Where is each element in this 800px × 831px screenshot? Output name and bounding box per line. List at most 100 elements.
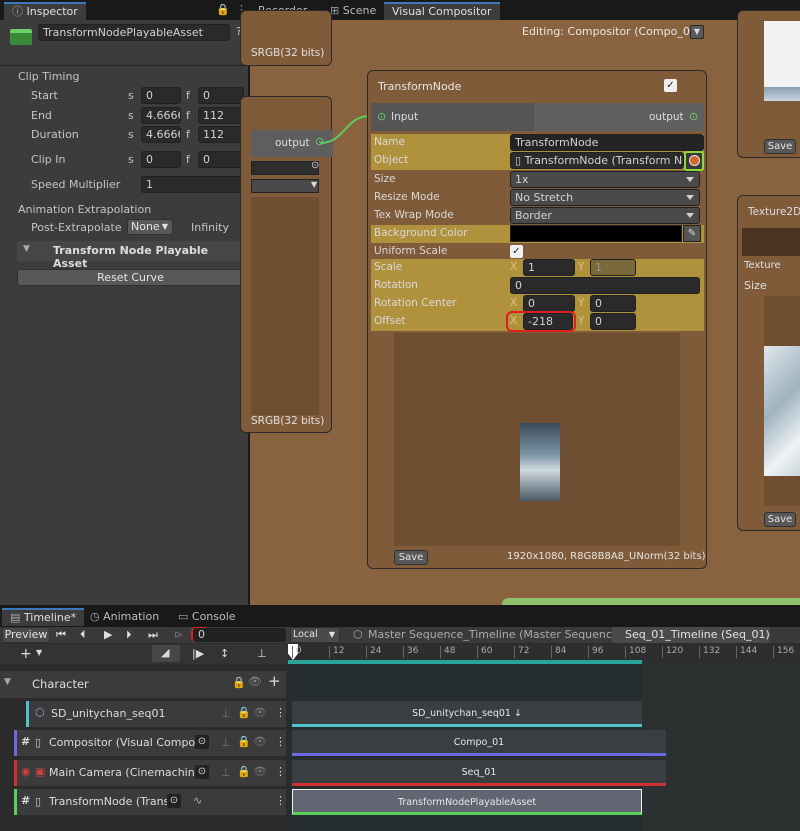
start-s-field[interactable]: 0 bbox=[141, 87, 181, 104]
duration-f-field[interactable]: 112 bbox=[198, 126, 244, 143]
texwrap-dropdown[interactable]: Border bbox=[510, 207, 700, 224]
track-sd-unitychan[interactable]: ⬡ SD_unitychan_seq01 ⊥ 🔒 👁 ⋮ bbox=[26, 701, 286, 727]
node-enabled-checkbox[interactable]: ✓ bbox=[664, 79, 677, 92]
start-label: Start bbox=[31, 89, 58, 102]
bgcolor-swatch[interactable] bbox=[510, 225, 682, 242]
target-icon[interactable]: ⊙ bbox=[195, 735, 209, 749]
right-save-button[interactable]: Save bbox=[764, 512, 796, 527]
lock-icon[interactable]: 🔒 bbox=[216, 3, 230, 16]
offset-x-field[interactable]: -218 bbox=[523, 313, 573, 330]
rotcenter-x-field[interactable]: 0 bbox=[523, 295, 575, 312]
section-header[interactable]: ▼ Transform Node Playable Asset bbox=[17, 241, 244, 270]
size-dropdown[interactable]: 1x bbox=[510, 171, 700, 188]
more-menu-icon[interactable]: ⋮ bbox=[275, 765, 286, 778]
track-main-camera[interactable]: ◉ ▣ Main Camera (Cinemachine ⊙ ⊥ 🔒 👁 ⋮ bbox=[14, 760, 286, 786]
name-field[interactable]: TransformNode bbox=[510, 134, 704, 151]
object-picker-button[interactable] bbox=[684, 151, 704, 171]
input-port-icon[interactable]: ⊙ bbox=[377, 110, 386, 123]
pin-icon[interactable]: ⊥ bbox=[221, 707, 231, 720]
local-dropdown[interactable]: Local ▼ bbox=[290, 627, 340, 643]
object-field[interactable]: ▯ TransformNode (Transform Node bbox=[510, 152, 684, 169]
clip-edit-icon[interactable]: ↕ bbox=[220, 647, 229, 660]
tab-console[interactable]: ▭ Console bbox=[170, 608, 244, 626]
target-icon[interactable]: ⊙ bbox=[195, 765, 209, 779]
lock-icon[interactable]: 🔒 bbox=[232, 676, 246, 689]
clip-in-f-field[interactable]: 0 bbox=[198, 151, 244, 168]
offset-y-field[interactable]: 0 bbox=[590, 313, 636, 330]
more-menu-icon[interactable]: ⋮ bbox=[275, 706, 286, 719]
visibility-icon[interactable]: 👁 bbox=[253, 735, 267, 748]
visibility-icon[interactable]: 👁 bbox=[248, 675, 262, 688]
pin-icon[interactable]: ⊥ bbox=[221, 766, 231, 779]
pin-icon[interactable]: ⊥ bbox=[257, 647, 267, 660]
right-top-node[interactable]: Save bbox=[737, 10, 800, 158]
clip-compo[interactable]: Compo_01 bbox=[292, 730, 666, 756]
end-f-field[interactable]: 112 bbox=[198, 107, 244, 124]
timeline-asset-icon: ⬡ bbox=[353, 628, 363, 641]
more-menu-icon[interactable]: ⋮ bbox=[275, 794, 286, 807]
lock-icon[interactable]: 🔒 bbox=[237, 765, 251, 778]
left-top-node[interactable]: SRGB(32 bits) bbox=[240, 10, 332, 66]
add-icon[interactable]: + bbox=[268, 672, 281, 690]
frame-field[interactable]: 0 bbox=[193, 628, 286, 642]
right-node[interactable]: Texture2D Texture Size Save bbox=[737, 195, 800, 531]
track-compositor[interactable]: # ▯ Compositor (Visual Composi ⊙ ⊥ 🔒 👁 ⋮ bbox=[14, 730, 286, 756]
target-icon[interactable]: ⊙ bbox=[311, 160, 319, 171]
target-icon[interactable]: ⊙ bbox=[167, 794, 181, 808]
add-track-icon[interactable]: + bbox=[20, 646, 32, 662]
go-to-start-icon[interactable]: ⏮ bbox=[56, 628, 66, 642]
start-f-field[interactable]: 0 bbox=[198, 87, 244, 104]
compositor-select-button[interactable]: ▼ bbox=[690, 25, 704, 39]
uniform-scale-checkbox[interactable]: ✓ bbox=[510, 245, 523, 258]
left-node-object-field[interactable] bbox=[251, 161, 319, 175]
end-s-field[interactable]: 4.6666 bbox=[141, 107, 181, 124]
next-frame-icon[interactable]: ⏵ bbox=[126, 628, 132, 642]
pin-icon[interactable]: ⊥ bbox=[221, 736, 231, 749]
speed-field[interactable]: 1 bbox=[141, 176, 244, 193]
snap-button[interactable]: ◢ bbox=[152, 645, 180, 662]
left-node-dropdown[interactable] bbox=[251, 179, 319, 193]
track-transform-node[interactable]: # ▯ TransformNode (Transf ⊙ ∿ ⋮ bbox=[14, 789, 286, 815]
reset-curve-button[interactable]: Reset Curve bbox=[17, 269, 244, 286]
clip-seq01[interactable]: Seq_01 bbox=[292, 760, 666, 786]
visibility-icon[interactable]: 👁 bbox=[253, 765, 267, 778]
asset-name-field[interactable]: TransformNodePlayableAsset bbox=[38, 24, 230, 41]
curves-icon[interactable]: ∿ bbox=[193, 794, 202, 807]
right-top-save-button[interactable]: Save bbox=[764, 139, 796, 154]
resize-dropdown[interactable]: No Stretch bbox=[510, 189, 700, 206]
lock-icon[interactable]: 🔒 bbox=[237, 735, 251, 748]
play-range-icon[interactable]: ⊳ bbox=[174, 628, 183, 641]
tab-timeline[interactable]: ▤ Timeline* bbox=[2, 608, 85, 626]
transform-save-button[interactable]: Save bbox=[394, 550, 428, 565]
post-extrap-dropdown[interactable]: None ▼ bbox=[127, 219, 173, 235]
clip-in-s-field[interactable]: 0 bbox=[141, 151, 181, 168]
play-icon[interactable]: ▶ bbox=[104, 628, 112, 641]
left-node[interactable]: output ⊙ ⊙ ▼ SRGB(32 bits) bbox=[240, 96, 333, 433]
foldout-icon[interactable]: ▼ bbox=[4, 677, 11, 687]
clip-sd-unitychan[interactable]: SD_unitychan_seq01 ↓ bbox=[292, 701, 642, 727]
breadcrumb-current[interactable]: Seq_01_Timeline (Seq_01) bbox=[625, 628, 770, 641]
transform-preview bbox=[394, 333, 680, 546]
go-to-end-icon[interactable]: ⏭ bbox=[148, 628, 158, 642]
time-ruler[interactable]: 0 12 24 36 48 60 72 84 96 108 120 132 144 156 bbox=[288, 644, 800, 664]
output-port-icon[interactable]: ⊙ bbox=[689, 110, 698, 123]
group-character[interactable]: ▼ Character 🔒 👁 + bbox=[0, 671, 286, 698]
tab-inspector[interactable]: ⓘ Inspector bbox=[4, 2, 86, 20]
duration-s-field[interactable]: 4.6666 bbox=[141, 126, 181, 143]
breadcrumb-master[interactable]: Master Sequence_Timeline (Master Sequenc… bbox=[368, 628, 623, 641]
preview-button[interactable]: Preview bbox=[2, 627, 50, 643]
scale-x-field[interactable]: 1 bbox=[523, 259, 575, 276]
visibility-icon[interactable]: 👁 bbox=[253, 706, 267, 719]
chevron-down-icon bbox=[686, 213, 694, 218]
ripple-icon[interactable]: |▶ bbox=[192, 647, 204, 660]
lock-icon[interactable]: 🔒 bbox=[237, 706, 251, 719]
more-menu-icon[interactable]: ⋮ bbox=[275, 735, 286, 748]
clip-transform-node[interactable]: TransformNodePlayableAsset bbox=[292, 789, 642, 815]
rotation-field[interactable]: 0 bbox=[510, 277, 700, 294]
ruler-tick bbox=[292, 646, 293, 658]
tab-visual-compositor[interactable]: Visual Compositor bbox=[384, 2, 500, 20]
previous-frame-icon[interactable]: ⏴ bbox=[80, 628, 86, 642]
tab-animation[interactable]: ◷ Animation bbox=[82, 608, 167, 626]
rotcenter-y-field[interactable]: 0 bbox=[590, 295, 636, 312]
eyedropper-icon[interactable]: ✎ bbox=[683, 225, 701, 242]
